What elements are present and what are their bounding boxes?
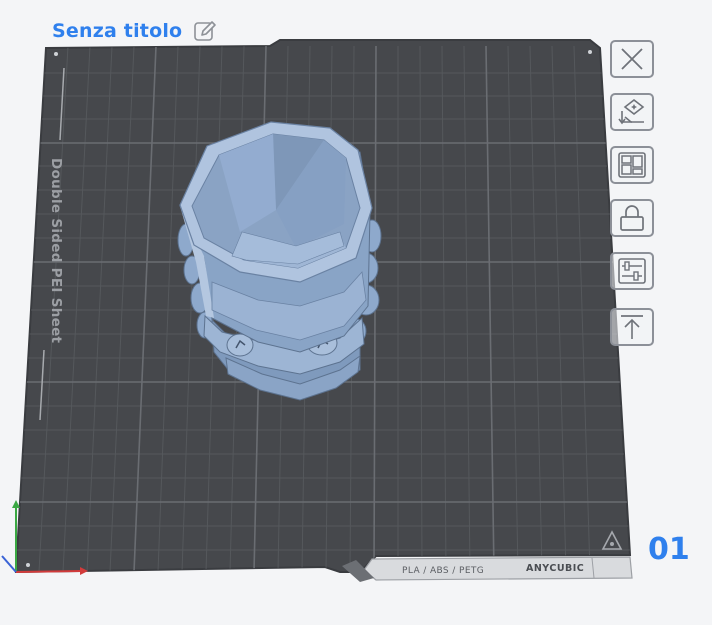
edit-icon[interactable] [192, 18, 218, 44]
auto-orient-icon [618, 98, 645, 125]
plate-settings-button[interactable] [610, 252, 654, 290]
plate-title: Senza titolo [52, 20, 183, 42]
close-plate-button[interactable] [610, 40, 654, 78]
arrange-icon [618, 152, 646, 178]
build-plate-viewport[interactable]: PLA / ABS / PETG ANYCUBIC Double Sided P… [0, 0, 712, 625]
move-to-top-icon [621, 315, 643, 339]
plate-number: 01 [648, 532, 690, 567]
brand-label: ANYCUBIC [526, 563, 584, 574]
lock-icon [620, 205, 644, 231]
sliders-icon [618, 258, 646, 284]
move-to-top-button[interactable] [610, 308, 654, 346]
close-icon [621, 48, 643, 70]
lock-plate-button[interactable] [610, 199, 654, 237]
auto-orient-button[interactable] [610, 93, 654, 131]
arrange-button[interactable] [610, 146, 654, 184]
plate-title-row: Senza titolo [52, 18, 218, 44]
material-label: PLA / ABS / PETG [402, 566, 484, 576]
sheet-label: Double Sided PEI Sheet [48, 158, 64, 344]
